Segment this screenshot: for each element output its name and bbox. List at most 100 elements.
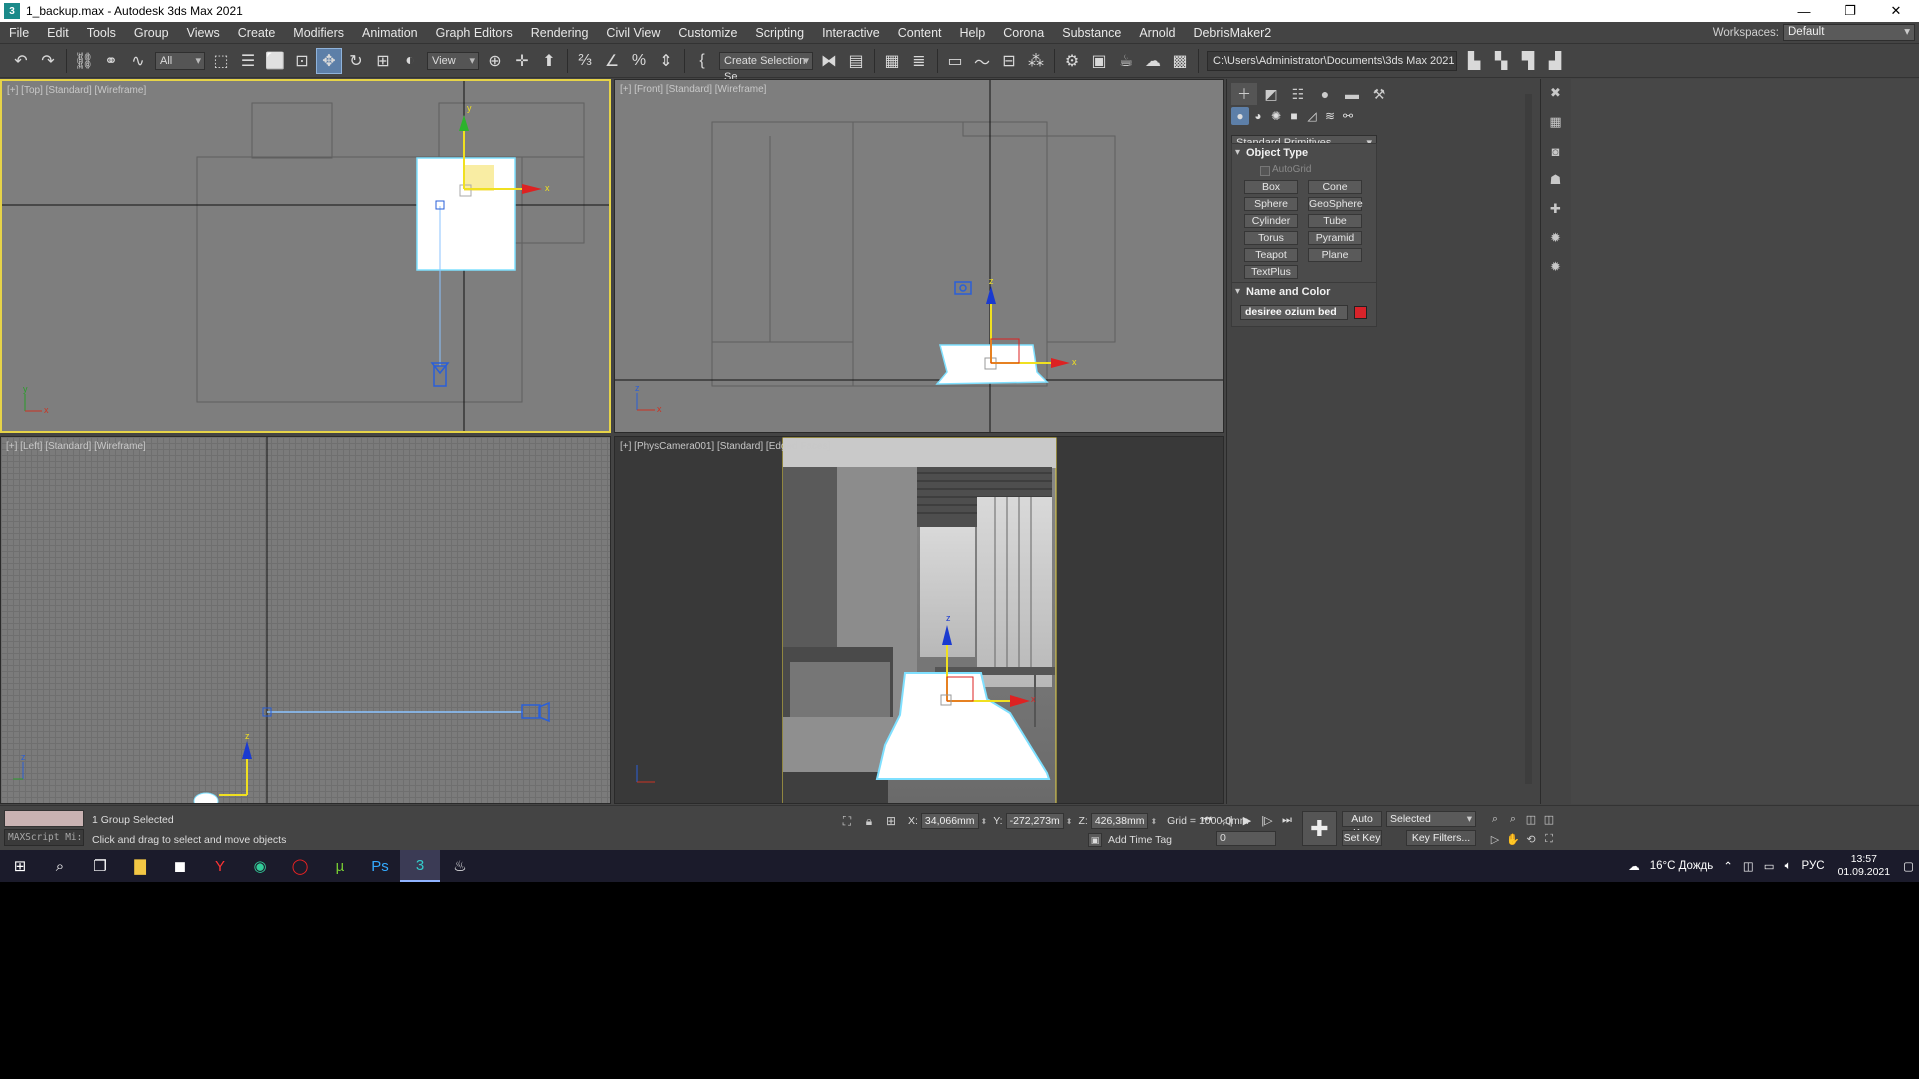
side-tool-7-icon[interactable]: ✹: [1544, 255, 1568, 279]
menu-views[interactable]: Views: [178, 22, 229, 44]
spacewarps-icon[interactable]: ≋: [1321, 107, 1339, 125]
3dsmax-taskbar-icon[interactable]: 3: [400, 850, 440, 882]
menu-interactive[interactable]: Interactive: [813, 22, 889, 44]
viewport-front-label[interactable]: [+] [Front] [Standard] [Wireframe]: [620, 84, 766, 95]
autogrid-checkbox[interactable]: AutoGrid: [1232, 162, 1376, 178]
shapes-icon[interactable]: ◕: [1249, 107, 1267, 125]
tray-chevron-icon[interactable]: ⌃: [1723, 859, 1733, 873]
edit-named-selection-icon[interactable]: {: [689, 48, 715, 74]
project-folder-icon[interactable]: ▙: [1461, 48, 1487, 74]
side-tool-5-icon[interactable]: ✚: [1544, 197, 1568, 221]
viewport-left[interactable]: [+] [Left] [Standard] [Wireframe] z z: [0, 436, 611, 804]
isolate-selection-icon[interactable]: ⛶: [838, 813, 856, 829]
start-icon[interactable]: ⊞: [0, 850, 40, 882]
next-frame-icon[interactable]: |▷: [1258, 812, 1276, 828]
add-time-tag-label[interactable]: Add Time Tag: [1108, 834, 1172, 846]
layer-explorer-icon[interactable]: ≣: [906, 48, 932, 74]
project-icon-3[interactable]: ▜: [1515, 48, 1541, 74]
teapot-button[interactable]: Teapot: [1244, 248, 1298, 262]
project-icon-4[interactable]: ▟: [1542, 48, 1568, 74]
placement-icon[interactable]: ◐: [397, 48, 423, 74]
menu-rendering[interactable]: Rendering: [522, 22, 598, 44]
menu-scripting[interactable]: Scripting: [746, 22, 813, 44]
search-icon[interactable]: ⌕: [40, 850, 80, 882]
named-selection-dropdown[interactable]: Create Selection Se: [719, 51, 813, 83]
render-production-icon[interactable]: ☕: [1113, 48, 1139, 74]
sphere-button[interactable]: Sphere: [1244, 197, 1298, 211]
go-to-start-icon[interactable]: ⏮: [1198, 812, 1216, 828]
orbit-icon[interactable]: ⟲: [1522, 830, 1540, 848]
menu-substance[interactable]: Substance: [1053, 22, 1130, 44]
rendered-frame-icon[interactable]: ▣: [1086, 48, 1112, 74]
y-coordinate-field[interactable]: -272,273m: [1005, 813, 1064, 829]
maximize-viewport-icon[interactable]: ⛶: [1540, 830, 1558, 848]
close-button[interactable]: ✕: [1873, 0, 1919, 22]
utorrent-icon[interactable]: µ: [320, 850, 360, 882]
select-by-name-icon[interactable]: ☰: [235, 48, 261, 74]
ribbon-icon[interactable]: ▭: [942, 48, 968, 74]
unlink-icon[interactable]: ⚭: [98, 48, 124, 74]
viewport-top[interactable]: [+] [Top] [Standard] [Wireframe] y x y x: [0, 79, 611, 433]
textplus-button[interactable]: TextPlus: [1244, 265, 1298, 279]
bind-spacewarp-icon[interactable]: ∿: [125, 48, 151, 74]
zoom-icon[interactable]: ⌕: [1486, 810, 1504, 828]
snaps-toggle-icon[interactable]: ⅔: [572, 48, 598, 74]
viewport-top-label[interactable]: [+] [Top] [Standard] [Wireframe]: [7, 85, 146, 96]
zoom-extents-all-icon[interactable]: ◫: [1540, 810, 1558, 828]
side-tool-2-icon[interactable]: ▦: [1544, 110, 1568, 134]
previous-frame-icon[interactable]: ◁|: [1218, 812, 1236, 828]
set-key-big-icon[interactable]: ✚: [1302, 811, 1337, 846]
keyboard-shortcut-icon[interactable]: ⬆: [536, 48, 562, 74]
render-iterative-icon[interactable]: ☁: [1140, 48, 1166, 74]
percent-snap-icon[interactable]: %: [626, 48, 652, 74]
menu-edit[interactable]: Edit: [38, 22, 78, 44]
modify-tab-icon[interactable]: ◩: [1258, 83, 1284, 105]
menu-file[interactable]: File: [0, 22, 38, 44]
box-button[interactable]: Box: [1244, 180, 1298, 194]
material-editor-icon[interactable]: ⁂: [1023, 48, 1049, 74]
motion-tab-icon[interactable]: ●: [1312, 83, 1338, 105]
scene-explorer-icon[interactable]: ▦: [879, 48, 905, 74]
z-spinner-icon[interactable]: ⬍: [1150, 817, 1157, 826]
maximize-button[interactable]: ❐: [1827, 0, 1873, 22]
pivot-center-icon[interactable]: ⊕: [482, 48, 508, 74]
photoshop-icon[interactable]: Ps: [360, 850, 400, 882]
display-tab-icon[interactable]: ▬: [1339, 83, 1365, 105]
angle-snap-icon[interactable]: ∠: [599, 48, 625, 74]
key-filters-button[interactable]: Key Filters...: [1406, 830, 1476, 846]
viewport-left-label[interactable]: [+] [Left] [Standard] [Wireframe]: [6, 441, 146, 452]
project-icon-2[interactable]: ▚: [1488, 48, 1514, 74]
select-scale-icon[interactable]: ⊞: [370, 48, 396, 74]
key-set-dropdown[interactable]: Selected: [1386, 811, 1476, 827]
menu-customize[interactable]: Customize: [669, 22, 746, 44]
undo-icon[interactable]: ↶: [8, 48, 34, 74]
systems-icon[interactable]: ⚯: [1339, 107, 1357, 125]
menu-arnold[interactable]: Arnold: [1130, 22, 1184, 44]
menu-content[interactable]: Content: [889, 22, 951, 44]
plane-button[interactable]: Plane: [1308, 248, 1362, 262]
add-time-tag[interactable]: ▣ Add Time Tag: [1088, 833, 1172, 847]
render-cloud-icon[interactable]: ▩: [1167, 48, 1193, 74]
z-coordinate-field[interactable]: 426,38mm: [1090, 813, 1149, 829]
select-object-icon[interactable]: ⬚: [208, 48, 234, 74]
side-tool-6-icon[interactable]: ✹: [1544, 226, 1568, 250]
opera-icon[interactable]: ◯: [280, 850, 320, 882]
helpers-icon[interactable]: ◿: [1303, 107, 1321, 125]
field-of-view-icon[interactable]: ▷: [1486, 830, 1504, 848]
torus-button[interactable]: Torus: [1244, 231, 1298, 245]
viewport-camera-label[interactable]: [+] [PhysCamera001] [Standard] [Edged Fa…: [620, 441, 830, 452]
create-tab-icon[interactable]: ＋: [1231, 83, 1257, 105]
menu-modifiers[interactable]: Modifiers: [284, 22, 353, 44]
maxscript-listener[interactable]: [4, 810, 84, 827]
link-icon[interactable]: ⛓: [71, 48, 97, 74]
zoom-all-icon[interactable]: ⌕: [1504, 810, 1522, 828]
redo-icon[interactable]: ↷: [35, 48, 61, 74]
mirror-icon[interactable]: ⧓: [816, 48, 842, 74]
align-icon[interactable]: ▤: [843, 48, 869, 74]
workspace-dropdown[interactable]: Default: [1783, 24, 1915, 41]
zoom-extents-icon[interactable]: ◫: [1522, 810, 1540, 828]
menu-create[interactable]: Create: [229, 22, 285, 44]
steam-icon[interactable]: ♨: [440, 850, 480, 882]
task-view-icon[interactable]: ❐: [80, 850, 120, 882]
window-crossing-icon[interactable]: ⊡: [289, 48, 315, 74]
